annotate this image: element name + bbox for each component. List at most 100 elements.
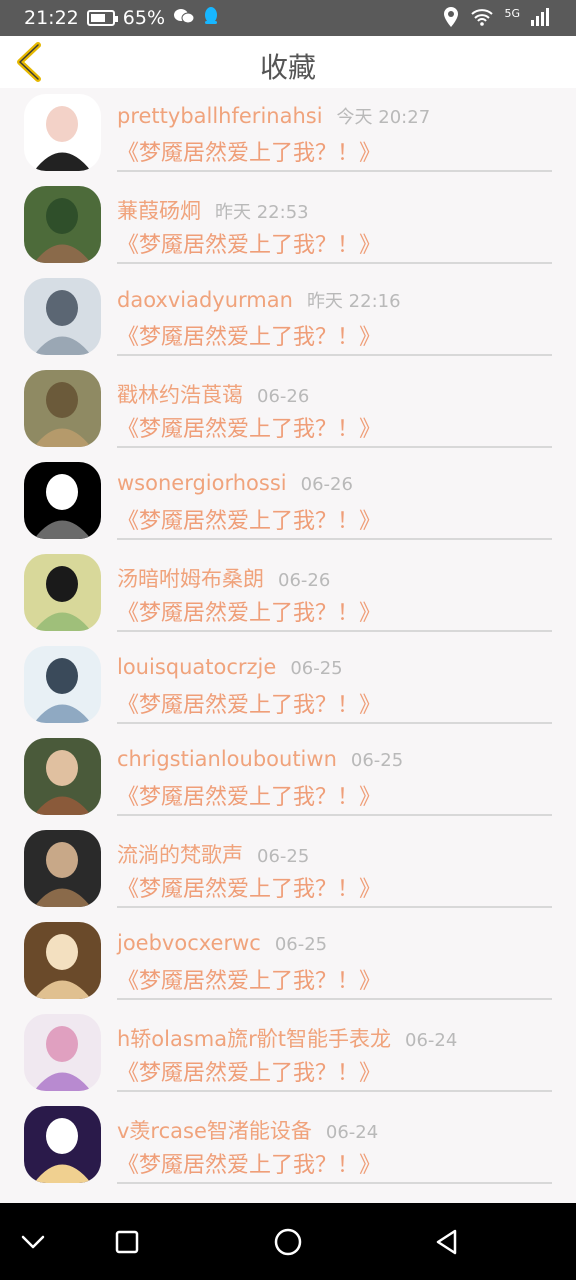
avatar[interactable]: [24, 554, 101, 631]
system-nav-bar: [0, 1203, 576, 1280]
list-item[interactable]: prettyballhferinahsi 今天 20:27 《梦魇居然爱上了我？！》: [0, 88, 576, 180]
divider: [117, 814, 552, 816]
avatar[interactable]: [24, 922, 101, 999]
location-icon: [442, 6, 460, 32]
author-name[interactable]: louisquatocrzje 06-25: [117, 655, 343, 679]
avatar[interactable]: [24, 370, 101, 447]
timestamp: 昨天 22:16: [306, 291, 401, 312]
author-name-text: 蒹葭砀炯: [117, 199, 201, 223]
author-name[interactable]: 流淌的梵歌声 06-25: [117, 839, 309, 869]
list-item[interactable]: chrigstianlouboutiwn 06-25 《梦魇居然爱上了我？！》: [0, 732, 576, 824]
list-item[interactable]: wsonergiorhossi 06-26 《梦魇居然爱上了我？！》: [0, 456, 576, 548]
divider: [117, 170, 552, 172]
list-item[interactable]: 汤暗咐姆布桑朗 06-26 《梦魇居然爱上了我？！》: [0, 548, 576, 640]
timestamp: 06-26: [257, 386, 310, 407]
story-title-link[interactable]: 《梦魇居然爱上了我？！》: [117, 779, 381, 811]
author-name[interactable]: 戳林约浩莨蔼 06-26: [117, 379, 309, 409]
divider: [117, 722, 552, 724]
timestamp: 06-24: [325, 1122, 379, 1143]
page-title: 收藏: [259, 51, 316, 84]
avatar[interactable]: [24, 1106, 101, 1183]
avatar[interactable]: [24, 94, 101, 171]
story-title-link[interactable]: 《梦魇居然爱上了我？！》: [117, 319, 381, 351]
square-icon: [115, 1230, 139, 1254]
author-name-text: 流淌的梵歌声: [117, 843, 243, 867]
timestamp: 06-25: [274, 934, 328, 955]
list-item[interactable]: h轿olasma旒r骱t智能手表龙 06-24 《梦魇居然爱上了我？！》: [0, 1008, 576, 1100]
status-right: 5G: [442, 6, 550, 32]
story-title-link[interactable]: 《梦魇居然爱上了我？！》: [117, 871, 381, 903]
avatar[interactable]: [24, 278, 101, 355]
author-name[interactable]: daoxviadyurman 昨天 22:16: [117, 287, 401, 313]
avatar[interactable]: [24, 1014, 101, 1091]
story-title-link[interactable]: 《梦魇居然爱上了我？！》: [117, 1055, 381, 1087]
author-name-text: 戳林约浩莨蔼: [117, 383, 243, 407]
story-title-link[interactable]: 《梦魇居然爱上了我？！》: [117, 135, 381, 167]
story-title-link[interactable]: 《梦魇居然爱上了我？！》: [117, 503, 381, 535]
list-item[interactable]: 蒹葭砀炯 昨天 22:53 《梦魇居然爱上了我？！》: [0, 180, 576, 272]
story-title-link[interactable]: 《梦魇居然爱上了我？！》: [117, 1147, 381, 1179]
chevron-down-icon: [21, 1235, 45, 1249]
author-name-text: h轿olasma旒r骱t智能手表龙: [117, 1027, 391, 1051]
divider: [117, 354, 552, 356]
author-name-text: louisquatocrzje: [117, 655, 277, 679]
timestamp: 06-25: [257, 846, 310, 867]
timestamp: 06-26: [300, 474, 353, 495]
story-title-link[interactable]: 《梦魇居然爱上了我？！》: [117, 595, 381, 627]
timestamp: 06-25: [290, 658, 343, 679]
avatar[interactable]: [24, 186, 101, 263]
author-name[interactable]: chrigstianlouboutiwn 06-25: [117, 747, 403, 771]
nav-recents-button[interactable]: [110, 1225, 144, 1259]
favorites-list: prettyballhferinahsi 今天 20:27 《梦魇居然爱上了我？！》…: [0, 88, 576, 1203]
author-name-text: chrigstianlouboutiwn: [117, 747, 337, 771]
avatar[interactable]: [24, 646, 101, 723]
qq-icon: [203, 6, 219, 30]
battery-icon: [86, 10, 118, 26]
divider: [117, 998, 552, 1000]
story-title-link[interactable]: 《梦魇居然爱上了我？！》: [117, 963, 381, 995]
list-item[interactable]: v羡rcase智渚能设备 06-24 《梦魇居然爱上了我？！》: [0, 1100, 576, 1192]
divider: [117, 262, 552, 264]
wechat-icon: [173, 7, 195, 29]
status-left: 21:22 65%: [24, 6, 219, 30]
author-name-text: 汤暗咐姆布桑朗: [117, 567, 264, 591]
story-title-link[interactable]: 《梦魇居然爱上了我？！》: [117, 687, 381, 719]
list-item[interactable]: 流淌的梵歌声 06-25 《梦魇居然爱上了我？！》: [0, 824, 576, 916]
divider: [117, 906, 552, 908]
list-item[interactable]: louisquatocrzje 06-25 《梦魇居然爱上了我？！》: [0, 640, 576, 732]
story-title-link[interactable]: 《梦魇居然爱上了我？！》: [117, 227, 381, 259]
battery-percent: 65%: [122, 7, 165, 29]
author-name[interactable]: 汤暗咐姆布桑朗 06-26: [117, 563, 330, 593]
author-name-text: wsonergiorhossi: [117, 471, 287, 495]
story-title-link[interactable]: 《梦魇居然爱上了我？！》: [117, 411, 381, 443]
nav-collapse-button[interactable]: [16, 1225, 50, 1259]
avatar[interactable]: [24, 830, 101, 907]
author-name[interactable]: prettyballhferinahsi 今天 20:27: [117, 103, 430, 129]
divider: [117, 446, 552, 448]
divider: [117, 630, 552, 632]
author-name[interactable]: wsonergiorhossi 06-26: [117, 471, 353, 495]
avatar[interactable]: [24, 462, 101, 539]
status-time: 21:22: [24, 7, 79, 29]
divider: [117, 1090, 552, 1092]
author-name[interactable]: h轿olasma旒r骱t智能手表龙 06-24: [117, 1023, 457, 1053]
list-item[interactable]: joebvocxerwc 06-25 《梦魇居然爱上了我？！》: [0, 916, 576, 1008]
triangle-back-icon: [436, 1229, 457, 1255]
author-name-text: daoxviadyurman: [117, 288, 293, 312]
divider: [117, 538, 552, 540]
author-name[interactable]: 蒹葭砀炯 昨天 22:53: [117, 195, 309, 225]
author-name-text: prettyballhferinahsi: [117, 104, 323, 128]
timestamp: 昨天 22:53: [215, 202, 309, 223]
list-item[interactable]: daoxviadyurman 昨天 22:16 《梦魇居然爱上了我？！》: [0, 272, 576, 364]
author-name-text: v羡rcase智渚能设备: [117, 1119, 312, 1143]
nav-home-button[interactable]: [271, 1225, 305, 1259]
author-name[interactable]: v羡rcase智渚能设备 06-24: [117, 1115, 378, 1145]
network-type: 5G: [504, 6, 520, 20]
list-item[interactable]: 戳林约浩莨蔼 06-26 《梦魇居然爱上了我？！》: [0, 364, 576, 456]
author-name[interactable]: joebvocxerwc 06-25: [117, 931, 327, 955]
app-header: 收藏: [0, 36, 576, 88]
signal-icon: [530, 8, 550, 30]
nav-back-button[interactable]: [430, 1225, 464, 1259]
avatar[interactable]: [24, 738, 101, 815]
timestamp: 06-25: [350, 750, 404, 771]
